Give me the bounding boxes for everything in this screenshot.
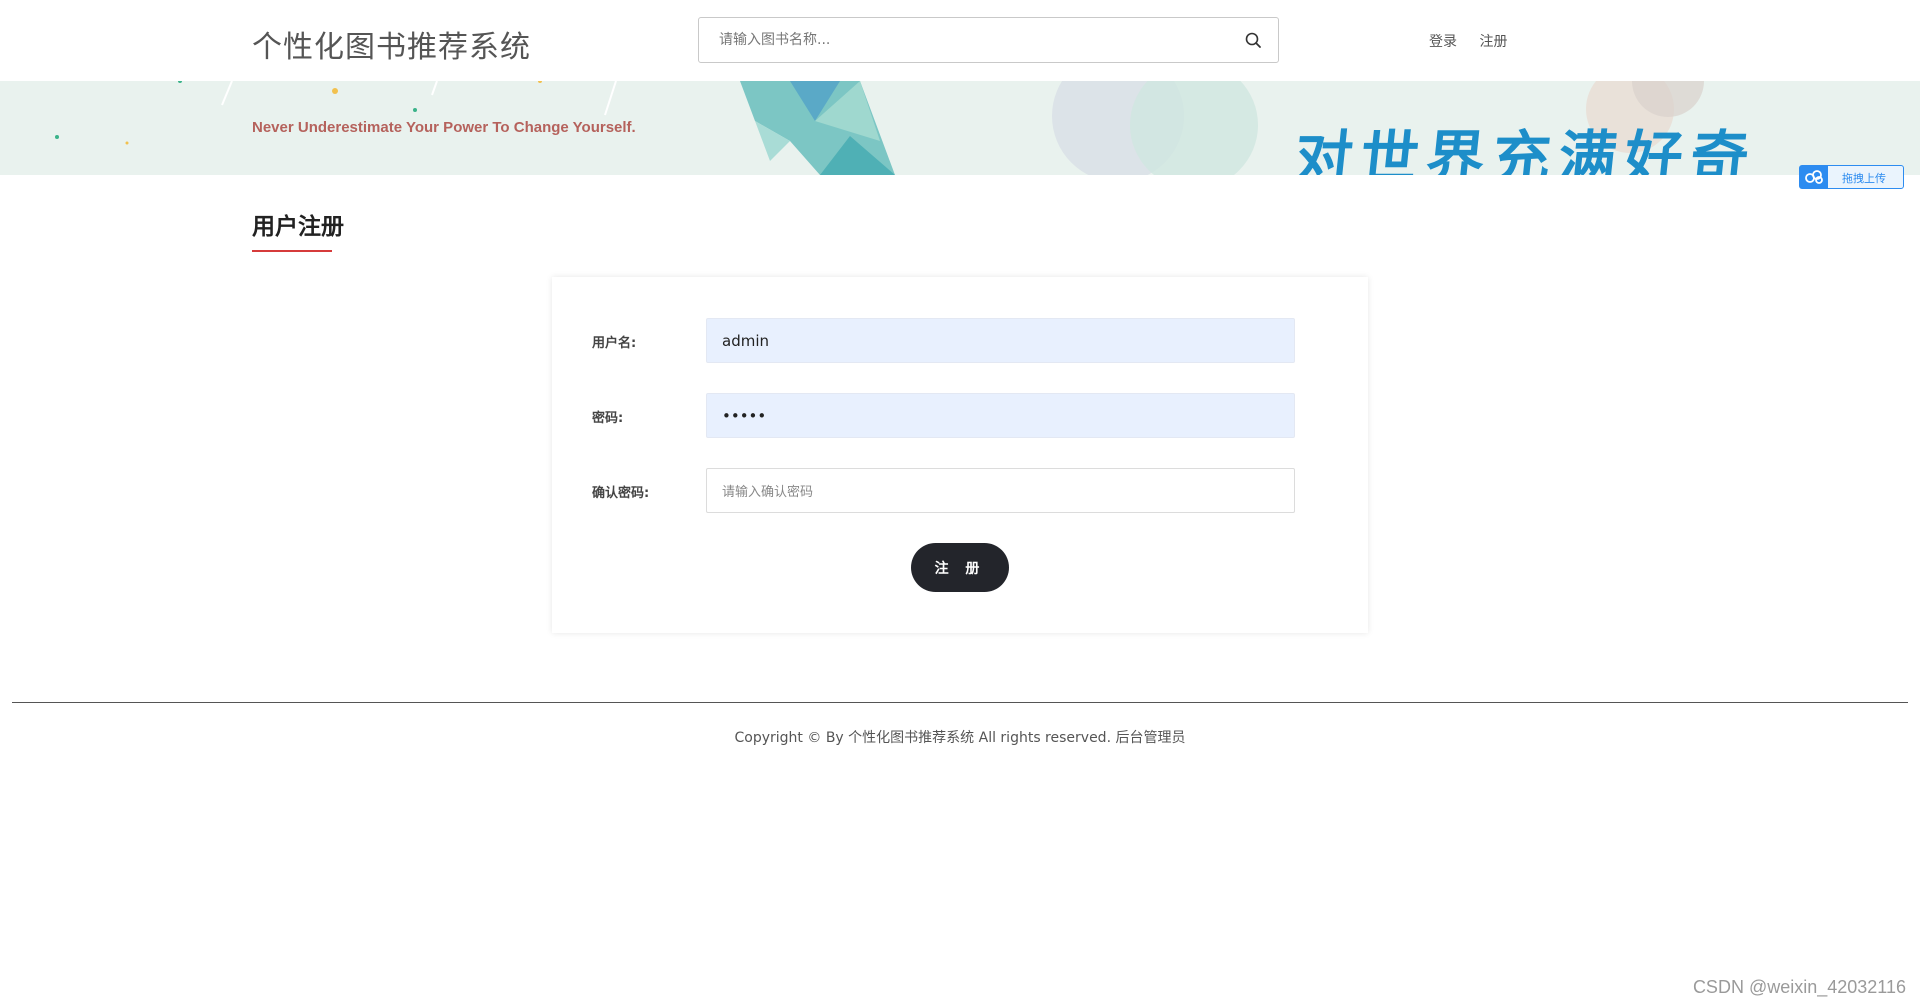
username-label: 用户名: bbox=[592, 336, 637, 351]
login-link[interactable]: 登录 bbox=[1429, 34, 1457, 50]
confirm-password-field[interactable] bbox=[706, 468, 1295, 513]
register-link[interactable]: 注册 bbox=[1479, 34, 1507, 50]
watermark: CSDN @weixin_42032116 bbox=[1692, 977, 1906, 997]
title-underline bbox=[252, 250, 332, 252]
copyright-text: Copyright © By 个性化图书推荐系统 All rights rese… bbox=[734, 730, 1112, 746]
cloud-upload-icon bbox=[1800, 166, 1828, 188]
admin-link[interactable]: 后台管理员 bbox=[1115, 730, 1185, 746]
search-icon[interactable] bbox=[1242, 29, 1266, 53]
confirm-password-label: 确认密码: bbox=[592, 486, 650, 501]
banner-slogan: 对世界充满好奇 bbox=[1290, 124, 1761, 175]
footer-divider bbox=[12, 702, 1908, 703]
top-nav: 登录 注册 bbox=[1429, 31, 1525, 51]
banner-tagline: Never Underestimate Your Power To Change… bbox=[252, 119, 636, 136]
page-title: 用户注册 bbox=[252, 214, 344, 240]
search-box bbox=[698, 17, 1279, 63]
password-field[interactable] bbox=[706, 393, 1295, 438]
footer-copyright: Copyright © By 个性化图书推荐系统 All rights rese… bbox=[0, 727, 1920, 747]
username-field[interactable] bbox=[706, 318, 1295, 363]
site-title: 个性化图书推荐系统 bbox=[252, 30, 531, 65]
upload-label: 拖拽上传 bbox=[1842, 172, 1886, 185]
register-button[interactable]: 注 册 bbox=[911, 543, 1009, 592]
register-form-card: 用户名: 密码: 确认密码: 注 册 bbox=[552, 277, 1368, 633]
drag-upload-widget[interactable]: 拖拽上传 bbox=[1799, 165, 1904, 189]
password-label: 密码: bbox=[592, 411, 624, 426]
hero-banner: Never Underestimate Your Power To Change… bbox=[0, 81, 1920, 175]
search-input[interactable] bbox=[699, 18, 1219, 62]
